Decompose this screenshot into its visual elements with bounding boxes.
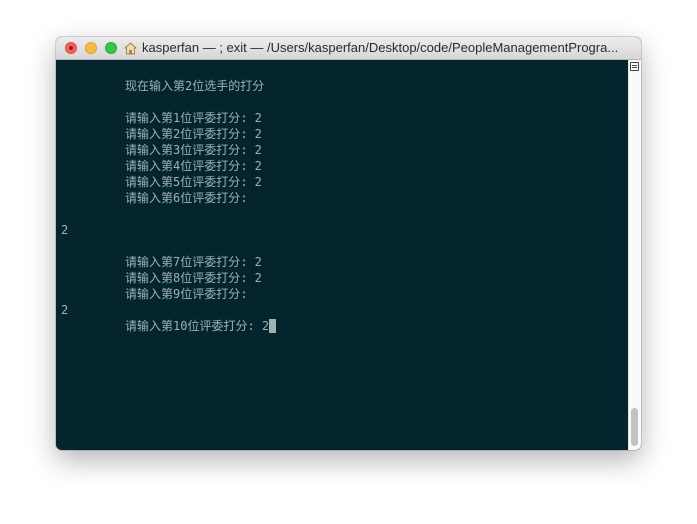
terminal-line-text: 请输入第10位评委打分: 2 bbox=[125, 319, 270, 333]
terminal-line: 2 bbox=[61, 222, 68, 238]
vertical-scrollbar[interactable] bbox=[628, 60, 641, 450]
terminal-line: 请输入第6位评委打分: bbox=[125, 190, 247, 206]
terminal-line-text: 现在输入第2位选手的打分 bbox=[125, 79, 265, 93]
scroll-thumb[interactable] bbox=[631, 408, 638, 446]
close-button[interactable] bbox=[65, 42, 77, 54]
terminal-line-text: 2 bbox=[61, 303, 69, 317]
terminal-line: 请输入第2位评委打分: 2 bbox=[125, 126, 262, 142]
terminal-line: 2 bbox=[61, 302, 68, 318]
zoom-button[interactable] bbox=[105, 42, 117, 54]
window-title: kasperfan — ; exit — /Users/kasperfan/De… bbox=[142, 40, 619, 55]
terminal-line: 请输入第3位评委打分: 2 bbox=[125, 142, 262, 158]
terminal-line-text: 请输入第3位评委打分: 2 bbox=[125, 143, 262, 157]
text-cursor bbox=[269, 319, 277, 333]
terminal-line-text: 请输入第1位评委打分: 2 bbox=[125, 111, 262, 125]
terminal-line: 请输入第8位评委打分: 2 bbox=[125, 270, 262, 286]
terminal-line-text: 2 bbox=[61, 223, 69, 237]
terminal-output[interactable]: 现在输入第2位选手的打分 请输入第1位评委打分: 2 请输入第2位评委打分: 2 请输… bbox=[56, 60, 628, 450]
terminal-line: 现在输入第2位选手的打分 bbox=[125, 78, 264, 94]
terminal-line: 请输入第5位评委打分: 2 bbox=[125, 174, 262, 190]
terminal-line-text: 请输入第7位评委打分: 2 bbox=[125, 255, 262, 269]
terminal-window: kasperfan — ; exit — /Users/kasperfan/De… bbox=[56, 37, 641, 450]
split-pane-icon[interactable] bbox=[630, 62, 639, 71]
minimize-button[interactable] bbox=[85, 42, 97, 54]
terminal-line: 请输入第9位评委打分: bbox=[125, 286, 247, 302]
terminal-line: 请输入第7位评委打分: 2 bbox=[125, 254, 262, 270]
terminal-line-text: 请输入第9位评委打分: bbox=[125, 287, 248, 301]
terminal-line-text: 请输入第4位评委打分: 2 bbox=[125, 159, 262, 173]
terminal-line-text: 请输入第6位评委打分: bbox=[125, 191, 248, 205]
home-icon bbox=[124, 42, 137, 55]
title-bar[interactable]: kasperfan — ; exit — /Users/kasperfan/De… bbox=[56, 37, 641, 60]
terminal-line: 请输入第4位评委打分: 2 bbox=[125, 158, 262, 174]
terminal-line-text: 请输入第5位评委打分: 2 bbox=[125, 175, 262, 189]
terminal-line: 请输入第1位评委打分: 2 bbox=[125, 110, 262, 126]
terminal-line-text: 请输入第8位评委打分: 2 bbox=[125, 271, 262, 285]
terminal-line-text: 请输入第2位评委打分: 2 bbox=[125, 127, 262, 141]
terminal-line: 请输入第10位评委打分: 2 bbox=[125, 318, 277, 334]
